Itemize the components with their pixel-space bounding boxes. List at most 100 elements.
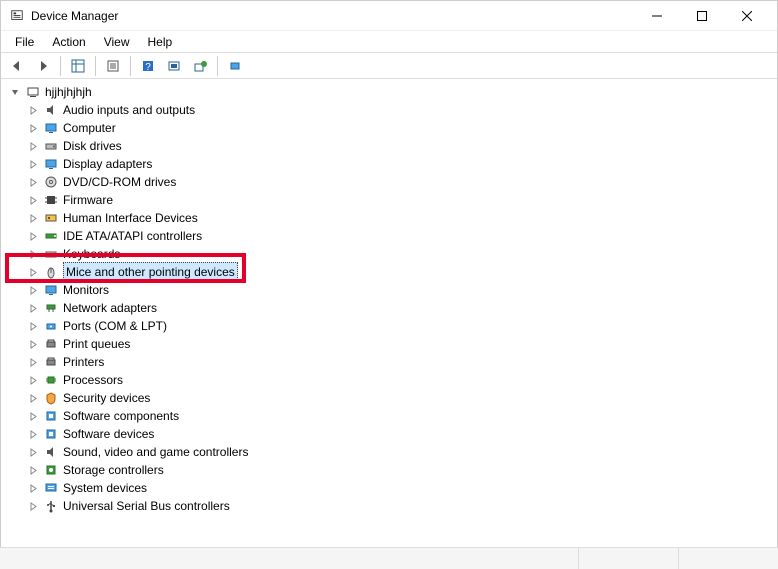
- expand-icon[interactable]: [25, 142, 41, 151]
- tree-category[interactable]: Software components: [25, 407, 775, 425]
- expand-icon[interactable]: [25, 304, 41, 313]
- menu-help[interactable]: Help: [140, 33, 181, 51]
- tree-category[interactable]: Software devices: [25, 425, 775, 443]
- ide-icon: [43, 228, 59, 244]
- expand-icon[interactable]: [25, 376, 41, 385]
- expand-icon[interactable]: [25, 124, 41, 133]
- tree-category[interactable]: Storage controllers: [25, 461, 775, 479]
- tree-category-label: Disk drives: [63, 137, 122, 155]
- tree-root-label: hjjhjhjhjh: [45, 83, 92, 101]
- expand-icon[interactable]: [25, 268, 41, 277]
- svg-text:?: ?: [145, 62, 151, 73]
- help-button[interactable]: ?: [136, 55, 160, 77]
- expand-icon[interactable]: [25, 250, 41, 259]
- tree-category-label: Sound, video and game controllers: [63, 443, 248, 461]
- collapse-icon[interactable]: [7, 88, 23, 97]
- tree-category[interactable]: Computer: [25, 119, 775, 137]
- tree-category-label: Security devices: [63, 389, 150, 407]
- window-title: Device Manager: [31, 9, 118, 23]
- device-tree[interactable]: hjjhjhjhjh Audio inputs and outputsCompu…: [1, 79, 777, 544]
- tree-category-label: Network adapters: [63, 299, 157, 317]
- tree-category[interactable]: Print queues: [25, 335, 775, 353]
- expand-icon[interactable]: [25, 502, 41, 511]
- expand-icon[interactable]: [25, 178, 41, 187]
- tree-category-label: Mice and other pointing devices: [63, 262, 238, 282]
- properties-button[interactable]: [101, 55, 125, 77]
- software-icon: [43, 408, 59, 424]
- toolbar-separator: [217, 56, 218, 76]
- tree-category-label: Keyboards: [63, 245, 120, 263]
- tree-category-label: System devices: [63, 479, 147, 497]
- expand-icon[interactable]: [25, 448, 41, 457]
- devices-by-connection-button[interactable]: [223, 55, 247, 77]
- tree-category[interactable]: Ports (COM & LPT): [25, 317, 775, 335]
- expand-icon[interactable]: [25, 484, 41, 493]
- update-driver-button[interactable]: [188, 55, 212, 77]
- tree-category[interactable]: Processors: [25, 371, 775, 389]
- tree-category[interactable]: Monitors: [25, 281, 775, 299]
- monitor-icon: [43, 120, 59, 136]
- expand-icon[interactable]: [25, 214, 41, 223]
- tree-category[interactable]: DVD/CD-ROM drives: [25, 173, 775, 191]
- tree-category[interactable]: Universal Serial Bus controllers: [25, 497, 775, 515]
- port-icon: [43, 318, 59, 334]
- tree-category[interactable]: Sound, video and game controllers: [25, 443, 775, 461]
- expand-icon[interactable]: [25, 196, 41, 205]
- tree-category-label: Computer: [63, 119, 116, 137]
- tree-category[interactable]: Mice and other pointing devices: [25, 263, 775, 281]
- expand-icon[interactable]: [25, 160, 41, 169]
- expand-icon[interactable]: [25, 106, 41, 115]
- expand-icon[interactable]: [25, 232, 41, 241]
- scan-hw-button[interactable]: [162, 55, 186, 77]
- forward-button[interactable]: [31, 55, 55, 77]
- tree-category[interactable]: System devices: [25, 479, 775, 497]
- expand-icon[interactable]: [25, 340, 41, 349]
- close-button[interactable]: [724, 1, 769, 31]
- expand-icon[interactable]: [25, 358, 41, 367]
- tree-category-label: Storage controllers: [63, 461, 164, 479]
- expand-icon[interactable]: [25, 286, 41, 295]
- tree-category-label: Ports (COM & LPT): [63, 317, 167, 335]
- minimize-button[interactable]: [634, 1, 679, 31]
- tree-category[interactable]: Printers: [25, 353, 775, 371]
- menu-file[interactable]: File: [7, 33, 42, 51]
- titlebar: Device Manager: [1, 1, 777, 31]
- tree-category[interactable]: Security devices: [25, 389, 775, 407]
- storage-icon: [43, 462, 59, 478]
- tree-category-label: Universal Serial Bus controllers: [63, 497, 230, 515]
- chip-icon: [43, 192, 59, 208]
- disk-icon: [43, 138, 59, 154]
- show-hide-tree-button[interactable]: [66, 55, 90, 77]
- menu-view[interactable]: View: [96, 33, 138, 51]
- toolbar-separator: [60, 56, 61, 76]
- expand-icon[interactable]: [25, 412, 41, 421]
- tree-category[interactable]: Disk drives: [25, 137, 775, 155]
- speaker-icon: [43, 444, 59, 460]
- tree-category[interactable]: Keyboards: [25, 245, 775, 263]
- tree-category-label: Human Interface Devices: [63, 209, 198, 227]
- tree-category[interactable]: Human Interface Devices: [25, 209, 775, 227]
- expand-icon[interactable]: [25, 322, 41, 331]
- network-icon: [43, 300, 59, 316]
- printer-icon: [43, 336, 59, 352]
- tree-category-label: Printers: [63, 353, 104, 371]
- back-button[interactable]: [5, 55, 29, 77]
- tree-category-label: Audio inputs and outputs: [63, 101, 195, 119]
- speaker-icon: [43, 102, 59, 118]
- tree-category[interactable]: Firmware: [25, 191, 775, 209]
- tree-category[interactable]: Network adapters: [25, 299, 775, 317]
- tree-root[interactable]: hjjhjhjhjh: [7, 83, 775, 101]
- toolbar: ?: [1, 53, 777, 79]
- cd-icon: [43, 174, 59, 190]
- cpu-icon: [43, 372, 59, 388]
- toolbar-separator: [95, 56, 96, 76]
- software-icon: [43, 426, 59, 442]
- expand-icon[interactable]: [25, 394, 41, 403]
- tree-category[interactable]: IDE ATA/ATAPI controllers: [25, 227, 775, 245]
- expand-icon[interactable]: [25, 430, 41, 439]
- tree-category[interactable]: Audio inputs and outputs: [25, 101, 775, 119]
- expand-icon[interactable]: [25, 466, 41, 475]
- maximize-button[interactable]: [679, 1, 724, 31]
- menu-action[interactable]: Action: [44, 33, 93, 51]
- tree-category[interactable]: Display adapters: [25, 155, 775, 173]
